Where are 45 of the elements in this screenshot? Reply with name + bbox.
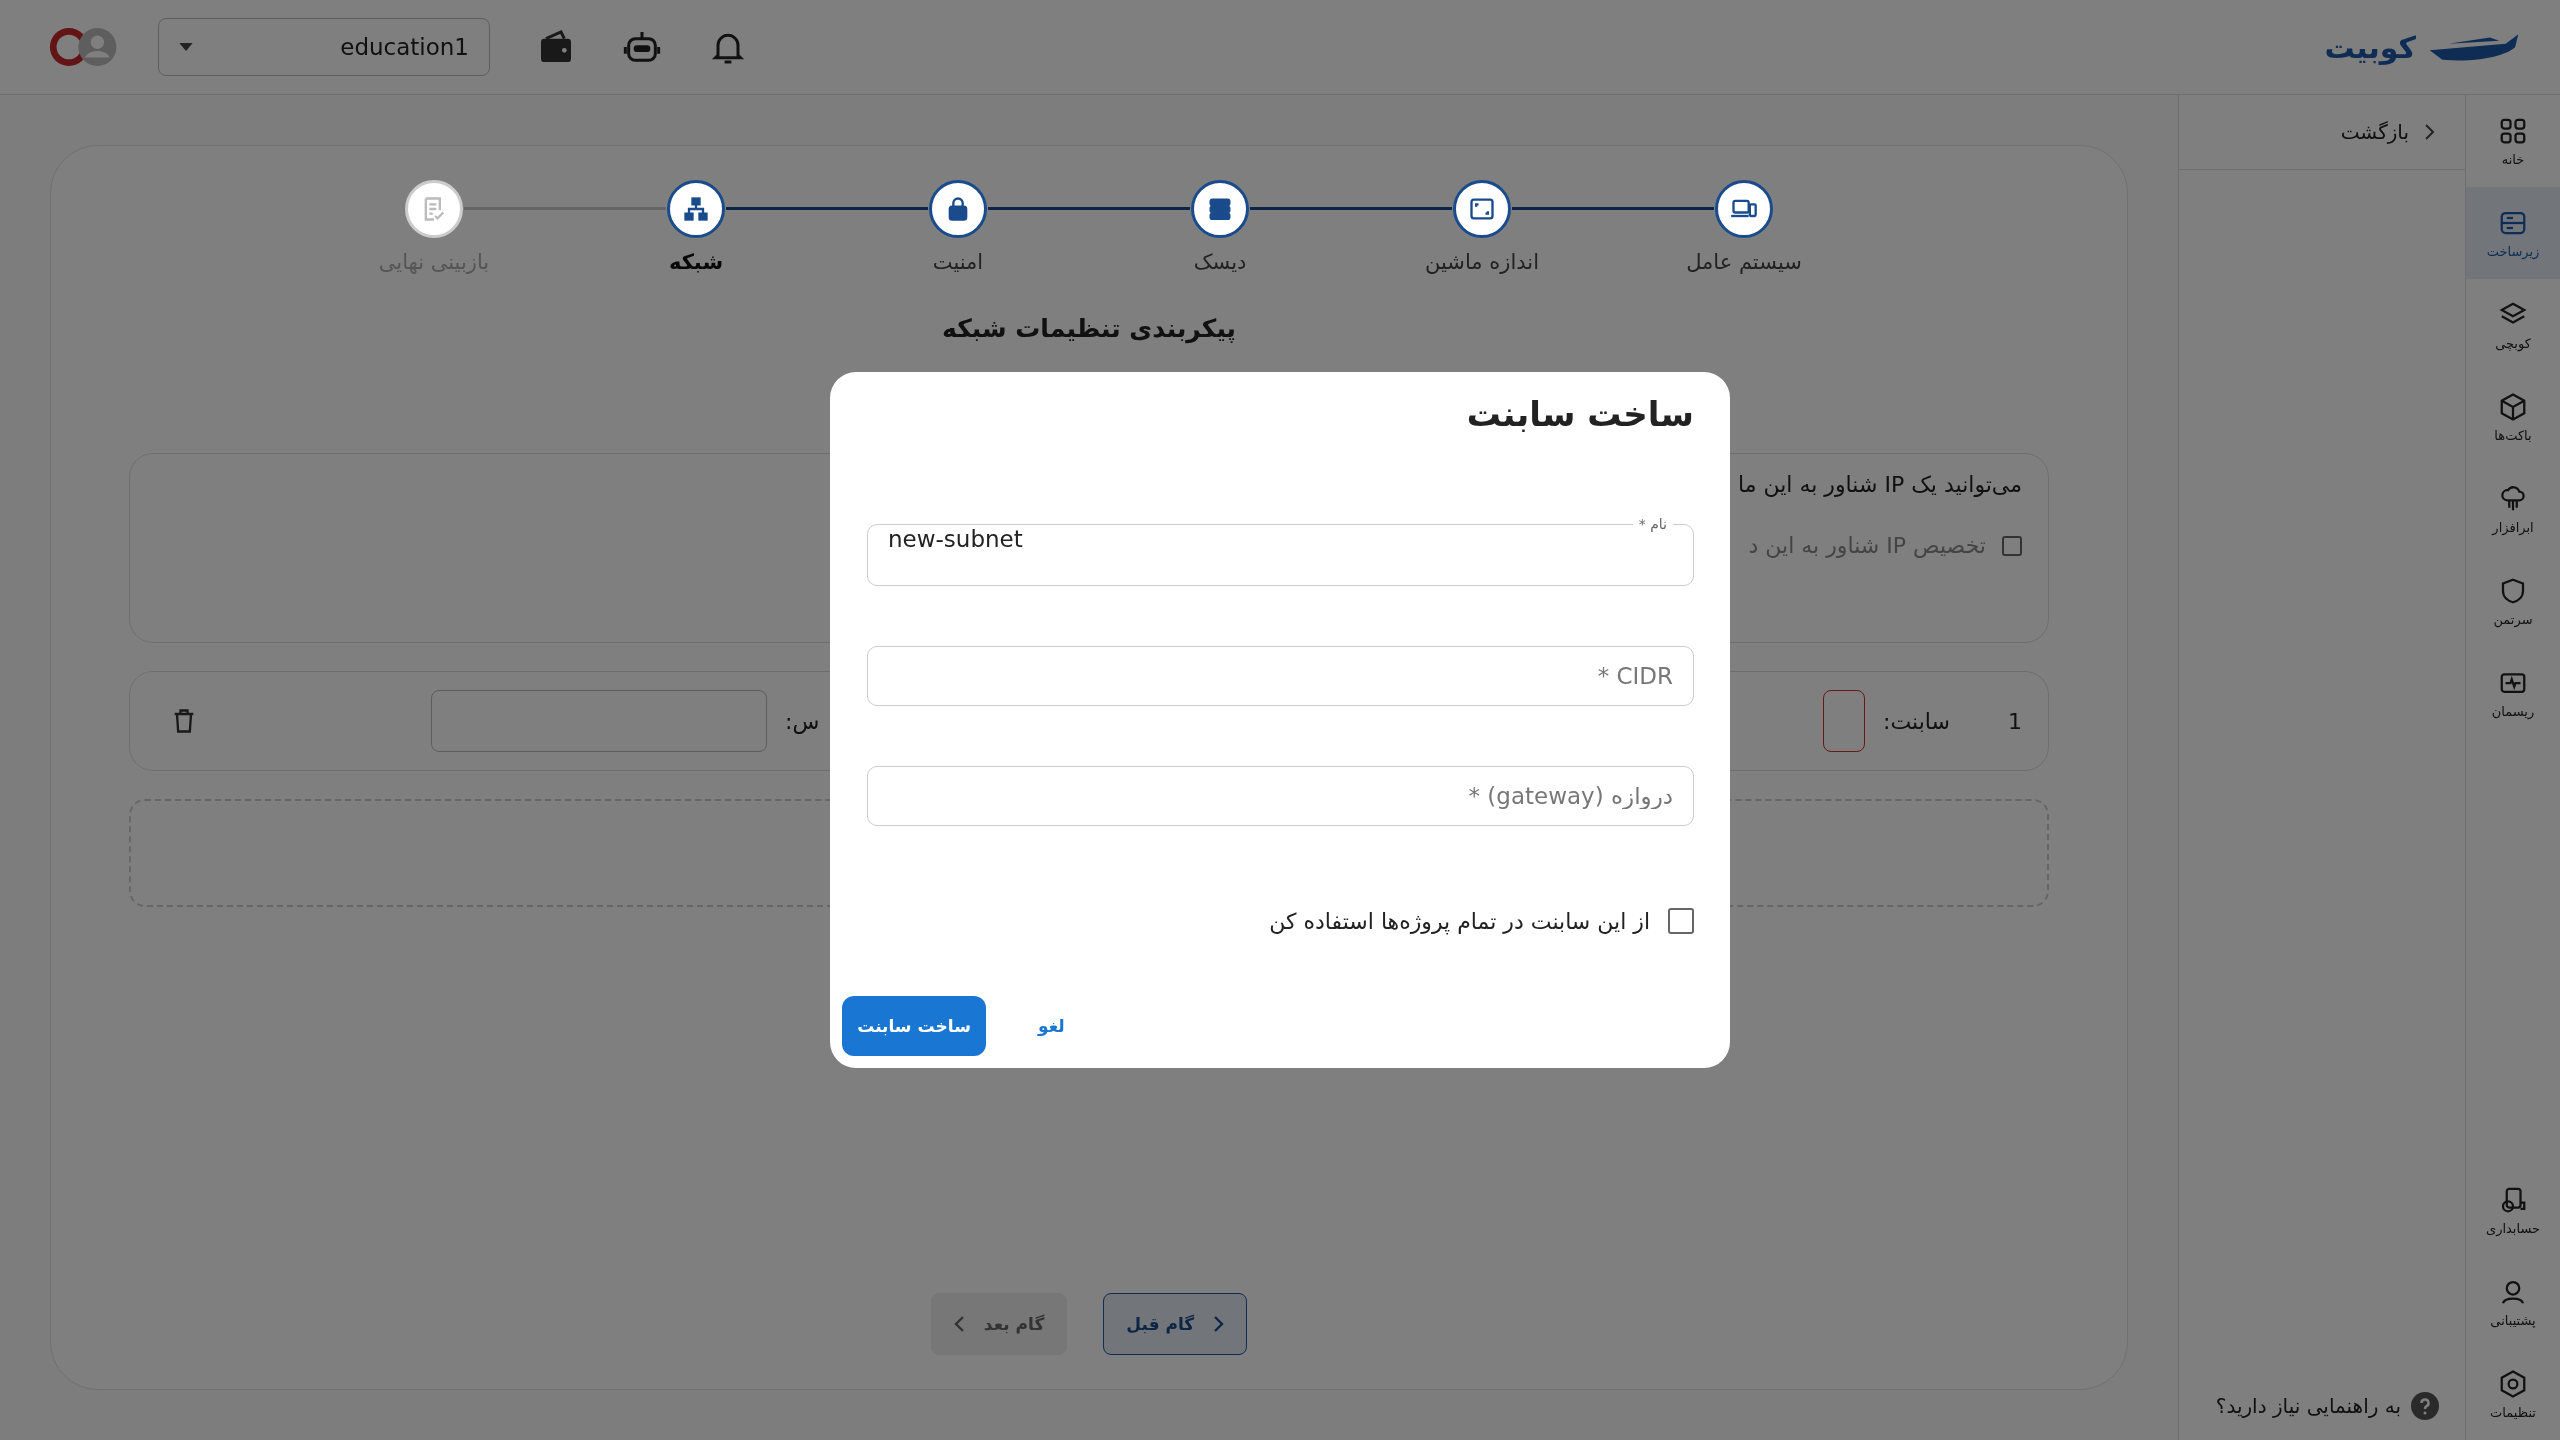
nav-item[interactable]: باکت‌ها [2466, 371, 2560, 463]
nav-item[interactable]: حسابداری [2466, 1164, 2560, 1256]
previous-step-button[interactable]: گام قبل [1103, 1293, 1248, 1355]
chevron-right-icon [2423, 122, 2435, 142]
subnet-label: سابنت: [1883, 708, 1950, 734]
section-heading: پیکربندی تنظیمات شبکه [942, 314, 1236, 343]
step: امنیت [893, 180, 1023, 274]
step: اندازه ماشین [1417, 180, 1547, 274]
nav-item[interactable]: خانه [2466, 95, 2560, 187]
subnet-select[interactable] [1823, 690, 1866, 752]
chevron-right-icon [1212, 1314, 1225, 1334]
address-label: س: [785, 708, 820, 734]
chevron-left-icon [953, 1314, 966, 1334]
create-subnet-button[interactable]: ساخت سابنت [842, 996, 986, 1056]
help-icon [2411, 1392, 2439, 1420]
step: شبکه [631, 180, 761, 274]
caret-icon [179, 43, 193, 51]
nav-item[interactable]: تنظیمات [2466, 1348, 2560, 1440]
address-field[interactable] [431, 690, 767, 752]
step: دیسک [1155, 180, 1285, 274]
nav-item[interactable]: پشتیبانی [2466, 1256, 2560, 1348]
checkbox[interactable] [1668, 908, 1694, 934]
step: سیستم عامل [1679, 180, 1809, 274]
checkbox[interactable] [2002, 535, 2022, 556]
cancel-button[interactable]: لغو [1022, 1006, 1081, 1046]
row-number: 1 [2008, 708, 2022, 734]
text-field[interactable]: دروازه (gateway) * [867, 766, 1694, 826]
help-link[interactable]: به راهنمایی نیاز دارید؟ [2179, 1392, 2465, 1440]
project-select[interactable]: education1 [158, 18, 490, 76]
text-field[interactable]: CIDR * [867, 646, 1694, 706]
nav-item[interactable]: زیرساخت [2466, 187, 2560, 279]
settings-icon [2498, 1368, 2528, 1399]
dialog-title: ساخت سابنت [1465, 394, 1694, 434]
nav-item[interactable]: ریسمان [2466, 647, 2560, 739]
nav-item[interactable]: کوبچی [2466, 279, 2560, 371]
logo-text[interactable]: کوبیت [2324, 29, 2416, 65]
cube-icon [2498, 391, 2528, 422]
nav-item[interactable]: ابرافزار [2466, 463, 2560, 555]
hierarchy-icon [682, 195, 710, 223]
field-label: نام * [1637, 516, 1668, 532]
checkbox-label: تخصیص IP شناور به این د [1748, 533, 1986, 558]
checkbox-label: از این سابنت در تمام پروژه‌ها استفاده کن [1269, 908, 1650, 934]
nav-item[interactable]: سرتمن [2466, 555, 2560, 647]
back-link[interactable]: بازگشت [2340, 120, 2435, 144]
floating-ip-text: می‌توانید یک IP شناور به این ما [1738, 472, 2022, 497]
